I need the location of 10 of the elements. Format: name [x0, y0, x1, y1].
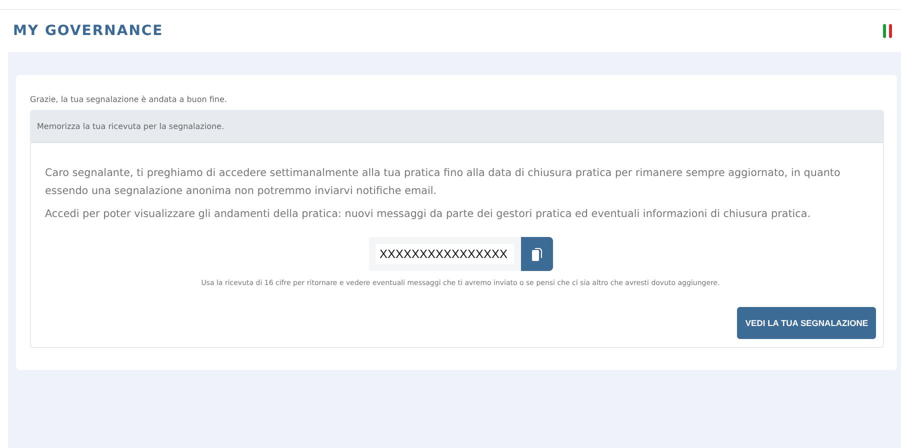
- view-report-button[interactable]: VEDI LA TUA SEGNALAZIONE: [737, 307, 876, 339]
- receipt-field[interactable]: XXXXXXXXXXXXXXXX: [368, 237, 520, 271]
- info-paragraph: Caro segnalante, ti preghiamo di accedere settimanalmente alla tua pratica fino alla data di chiusura pratica per rimanere sempre aggiornato, in quanto essendo una segnalazione anonima non potremmo inviarvi notifiche email.: [45, 166, 842, 199]
- success-message: Grazie, la tua segnalazione è andata a buon fine.: [30, 95, 228, 104]
- info-paragraph: Accedi per poter visualizzare gli andamenti della pratica: nuovi messaggi da parte dei gestori pratica ed eventuali informazioni di chiusura pratica.: [45, 207, 812, 222]
- copy-button[interactable]: [520, 237, 552, 271]
- flag-icon[interactable]: [883, 24, 892, 38]
- panel-heading: Memorizza la tua ricevuta per la segnalazione.: [31, 111, 883, 143]
- app-title: MY GOVERNANCE: [13, 23, 164, 39]
- copy-icon: [532, 248, 542, 260]
